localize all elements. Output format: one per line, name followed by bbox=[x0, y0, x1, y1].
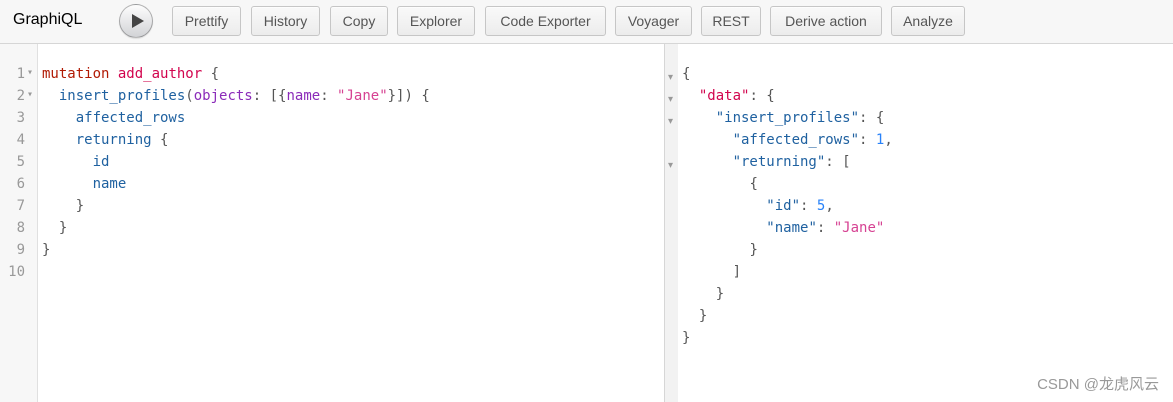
result-line: "affected_rows": 1, bbox=[682, 132, 893, 148]
json-key: "id" bbox=[766, 198, 801, 214]
punctuation: , bbox=[884, 132, 893, 148]
result-line: { bbox=[682, 66, 690, 82]
code-line: affected_rows bbox=[42, 110, 186, 126]
punctuation: : bbox=[320, 88, 338, 104]
line-number: 6 bbox=[16, 176, 25, 192]
result-line: "name": "Jane" bbox=[682, 220, 884, 236]
punctuation: { bbox=[210, 66, 220, 82]
result-line: } bbox=[682, 308, 707, 324]
line-number: 4 bbox=[16, 132, 25, 148]
code-line: } bbox=[42, 220, 67, 236]
punctuation: } bbox=[715, 286, 725, 302]
json-key: "name" bbox=[766, 220, 817, 236]
punctuation: { bbox=[160, 132, 169, 148]
line-number: 8 bbox=[16, 220, 25, 236]
explorer-button[interactable]: Explorer bbox=[397, 6, 475, 36]
field-name: name bbox=[92, 176, 127, 192]
code-line: insert_profiles(objects: [{name: "Jane"}… bbox=[42, 88, 430, 104]
punctuation: } bbox=[58, 220, 68, 236]
execute-query-button[interactable] bbox=[119, 4, 153, 38]
argument-name: objects bbox=[193, 88, 253, 104]
code-line: mutation add_author { bbox=[42, 66, 219, 82]
json-key: "affected_rows" bbox=[732, 132, 860, 148]
string-value: "Jane" bbox=[833, 220, 885, 236]
play-icon bbox=[132, 14, 144, 28]
analyze-button[interactable]: Analyze bbox=[891, 6, 965, 36]
code-line: } bbox=[42, 198, 84, 214]
punctuation: ] bbox=[732, 264, 742, 280]
punctuation: { bbox=[682, 66, 691, 82]
result-line: { bbox=[682, 176, 758, 192]
fold-arrow-icon[interactable]: ▾ bbox=[668, 116, 673, 127]
field-name: insert_profiles bbox=[58, 88, 186, 104]
punctuation: } bbox=[42, 242, 51, 258]
fold-arrow-icon[interactable]: ▾ bbox=[668, 94, 673, 105]
punctuation: } bbox=[75, 198, 85, 214]
history-button[interactable]: History bbox=[251, 6, 320, 36]
copy-button[interactable]: Copy bbox=[330, 6, 388, 36]
punctuation: : bbox=[816, 220, 834, 236]
result-line: "insert_profiles": { bbox=[682, 110, 885, 126]
punctuation: : { bbox=[859, 110, 885, 126]
result-line: "id": 5, bbox=[682, 198, 834, 214]
rest-button[interactable]: REST bbox=[701, 6, 761, 36]
line-number: 5 bbox=[16, 154, 25, 170]
operation-name: add_author bbox=[117, 66, 203, 82]
line-number: 3 bbox=[16, 110, 25, 126]
punctuation: : bbox=[800, 198, 817, 214]
field-name: returning bbox=[75, 132, 152, 148]
punctuation: }]) { bbox=[387, 88, 430, 104]
line-number: 7 bbox=[16, 198, 25, 214]
punctuation: : [ bbox=[825, 154, 851, 170]
result-line: } bbox=[682, 330, 690, 346]
line-number: 10 bbox=[8, 264, 25, 280]
punctuation: { bbox=[749, 176, 758, 192]
field-name: affected_rows bbox=[75, 110, 186, 126]
json-key: "data" bbox=[698, 88, 750, 104]
code-line: returning { bbox=[42, 132, 169, 148]
argument-name: name bbox=[286, 88, 321, 104]
watermark: CSDN @龙虎风云 bbox=[1037, 376, 1159, 393]
code-line: } bbox=[42, 242, 50, 258]
app-title: GraphiQL bbox=[13, 11, 83, 28]
fold-arrow-icon[interactable]: ▾ bbox=[668, 72, 673, 83]
code-line: id bbox=[42, 154, 110, 170]
json-key: "insert_profiles" bbox=[715, 110, 860, 126]
punctuation: , bbox=[825, 198, 834, 214]
fold-arrow-icon[interactable]: ▾ bbox=[668, 160, 673, 171]
punctuation: : [{ bbox=[252, 88, 287, 104]
voyager-button[interactable]: Voyager bbox=[615, 6, 692, 36]
punctuation: : { bbox=[749, 88, 775, 104]
result-line: ] bbox=[682, 264, 741, 280]
prettify-button[interactable]: Prettify bbox=[172, 6, 241, 36]
punctuation: : bbox=[859, 132, 876, 148]
punctuation: } bbox=[749, 242, 758, 258]
result-line: } bbox=[682, 286, 724, 302]
code-line: name bbox=[42, 176, 127, 192]
code-exporter-button[interactable]: Code Exporter bbox=[485, 6, 606, 36]
punctuation: } bbox=[682, 330, 691, 346]
result-line: } bbox=[682, 242, 758, 258]
line-number: 1 bbox=[0, 66, 33, 82]
result-line: "returning": [ bbox=[682, 154, 851, 170]
result-line: "data": { bbox=[682, 88, 775, 104]
json-key: "returning" bbox=[732, 154, 826, 170]
derive-action-button[interactable]: Derive action bbox=[770, 6, 882, 36]
punctuation: ( bbox=[185, 88, 194, 104]
field-name: id bbox=[92, 154, 110, 170]
line-number: 9 bbox=[16, 242, 25, 258]
string-value: "Jane" bbox=[337, 88, 388, 104]
toolbar: GraphiQL Prettify History Copy Explorer … bbox=[0, 0, 1173, 44]
punctuation: } bbox=[698, 308, 708, 324]
keyword: mutation bbox=[42, 66, 110, 82]
line-number: 2 bbox=[0, 88, 33, 104]
